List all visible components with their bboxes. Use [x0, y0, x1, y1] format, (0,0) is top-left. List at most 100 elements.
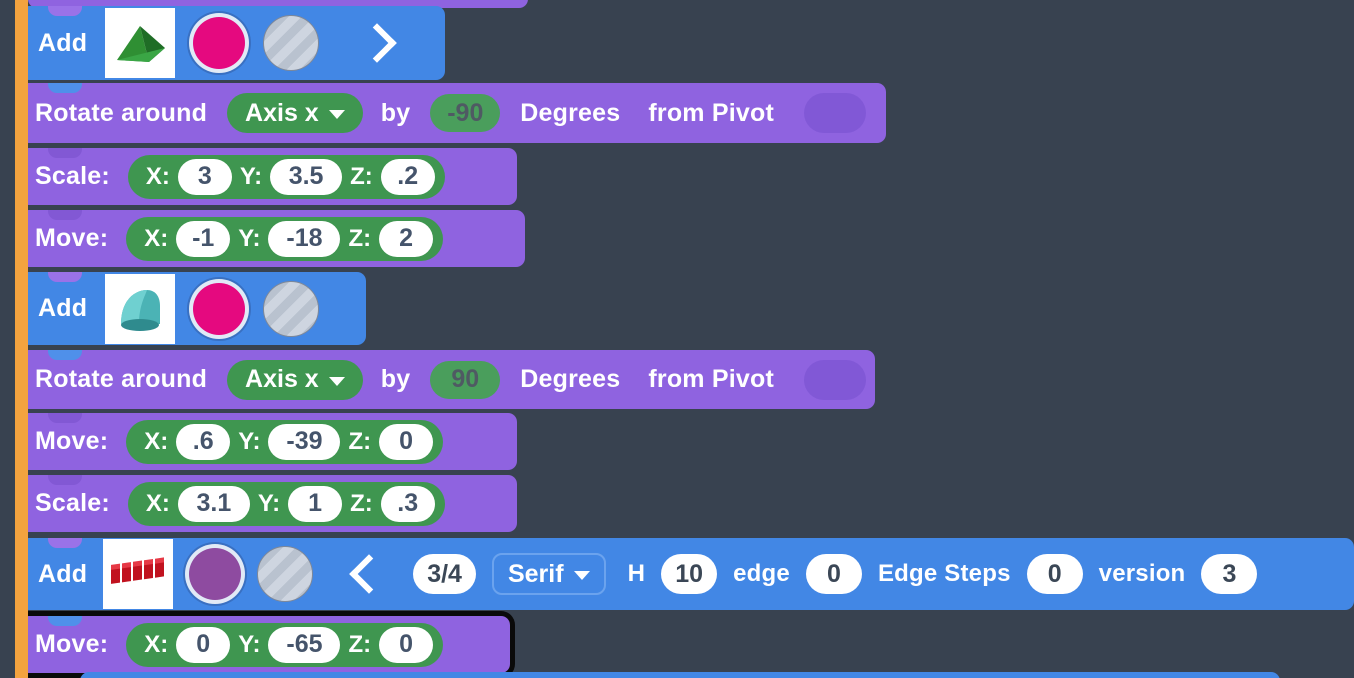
- block-notch: [48, 350, 82, 360]
- axis-x-label: X:: [144, 224, 169, 252]
- scale-label: Scale:: [35, 489, 110, 517]
- block-move-1[interactable]: Move: X: -1 Y: -18 Z: 2: [20, 210, 525, 267]
- pivot-slot[interactable]: [804, 359, 866, 400]
- move-x-input[interactable]: 0: [176, 626, 231, 663]
- block-move-3-selected[interactable]: Move: X: 0 Y: -65 Z: 0: [20, 616, 510, 673]
- teal-dome-thumbnail[interactable]: [105, 273, 176, 344]
- degrees-value: -90: [447, 98, 484, 127]
- degrees-input[interactable]: -90: [430, 94, 501, 132]
- block-add-text[interactable]: Add 3/4 Serif H 10 edge 0 Edge Steps 0 v…: [20, 538, 1354, 610]
- pivot-slot[interactable]: [804, 93, 866, 133]
- version-input[interactable]: 3: [1201, 554, 1258, 594]
- axis-x-label: X:: [145, 489, 170, 517]
- move-z-input[interactable]: 0: [379, 423, 434, 460]
- move-y-input[interactable]: -18: [268, 220, 341, 257]
- block-rotate-1[interactable]: Rotate around Axis x by -90 Degrees from…: [20, 83, 886, 143]
- scale-y-input[interactable]: 3.5: [270, 158, 343, 195]
- by-label: by: [380, 98, 411, 127]
- vector-fields: X: -1 Y: -18 Z: 2: [126, 216, 444, 261]
- block-rotate-2[interactable]: Rotate around Axis x by 90 Degrees from …: [20, 350, 875, 409]
- move-label: Move:: [35, 224, 109, 252]
- font-dropdown[interactable]: Serif: [491, 553, 606, 595]
- axis-value: Axis x: [245, 365, 319, 393]
- block-partial-bottom[interactable]: [80, 672, 1280, 678]
- add-label: Add: [38, 559, 88, 588]
- axis-x-label: X:: [144, 630, 169, 658]
- chevron-right-icon[interactable]: [357, 23, 398, 63]
- rotate-label: Rotate around: [35, 98, 208, 127]
- edge-steps-label: Edge Steps: [877, 560, 1011, 587]
- scale-x-input[interactable]: 3: [177, 158, 232, 195]
- version-label: version: [1098, 560, 1186, 587]
- pivot-label: from Pivot: [648, 365, 774, 393]
- degrees-input[interactable]: 90: [430, 360, 501, 399]
- block-add-dome[interactable]: Add: [20, 272, 366, 345]
- axis-y-label: Y:: [238, 630, 261, 658]
- move-y-input[interactable]: -39: [268, 423, 341, 460]
- add-label: Add: [38, 294, 88, 322]
- move-z-input[interactable]: 0: [379, 626, 434, 663]
- texture-swatch[interactable]: [257, 546, 314, 602]
- axis-y-label: Y:: [257, 489, 281, 517]
- move-y-input[interactable]: -65: [268, 626, 341, 663]
- green-pyramid-thumbnail[interactable]: [105, 8, 176, 78]
- scale-z-input[interactable]: .3: [380, 485, 435, 522]
- color-swatch[interactable]: [193, 282, 246, 335]
- move-label: Move:: [35, 427, 109, 455]
- ratio-input[interactable]: 3/4: [413, 554, 476, 594]
- by-label: by: [380, 365, 411, 393]
- axis-dropdown[interactable]: Axis x: [227, 93, 363, 133]
- axis-z-label: Z:: [350, 489, 373, 517]
- block-notch: [48, 210, 82, 220]
- move-z-input[interactable]: 2: [379, 220, 434, 257]
- block-notch: [48, 272, 82, 282]
- axis-dropdown[interactable]: Axis x: [227, 359, 363, 400]
- move-label: Move:: [35, 630, 109, 658]
- axis-y-label: Y:: [238, 427, 261, 455]
- block-move-2[interactable]: Move: X: .6 Y: -39 Z: 0: [20, 413, 517, 470]
- block-script-canvas[interactable]: Add Rotate around Axis x by -90 Degrees …: [0, 0, 1354, 678]
- block-notch: [48, 413, 82, 423]
- block-notch: [48, 616, 82, 626]
- block-notch: [48, 6, 82, 16]
- axis-value: Axis x: [245, 98, 319, 127]
- edge-input[interactable]: 0: [805, 554, 862, 594]
- move-x-input[interactable]: -1: [176, 220, 231, 257]
- axis-y-label: Y:: [238, 224, 261, 252]
- axis-z-label: Z:: [348, 630, 372, 658]
- texture-swatch[interactable]: [263, 15, 320, 71]
- block-scale-1[interactable]: Scale: X: 3 Y: 3.5 Z: .2: [20, 148, 517, 205]
- red-3d-text-thumbnail[interactable]: [103, 539, 174, 609]
- chevron-left-icon[interactable]: [349, 554, 390, 594]
- color-swatch[interactable]: [193, 17, 246, 69]
- script-left-rail: [15, 0, 28, 678]
- block-add-pyramid[interactable]: Add: [20, 6, 445, 80]
- vector-fields: X: .6 Y: -39 Z: 0: [126, 419, 444, 464]
- chevron-down-icon: [328, 110, 345, 119]
- height-input[interactable]: 10: [661, 554, 718, 594]
- axis-y-label: Y:: [239, 162, 263, 190]
- height-label: H: [627, 560, 646, 587]
- scale-y-input[interactable]: 1: [288, 485, 343, 522]
- block-scale-2[interactable]: Scale: X: 3.1 Y: 1 Z: .3: [20, 475, 517, 532]
- chevron-down-icon: [328, 376, 345, 386]
- axis-x-label: X:: [145, 162, 170, 190]
- scale-x-input[interactable]: 3.1: [177, 485, 250, 522]
- axis-z-label: Z:: [348, 427, 372, 455]
- vector-fields: X: 3.1 Y: 1 Z: .3: [127, 481, 445, 526]
- chevron-down-icon: [573, 571, 590, 580]
- font-value: Serif: [507, 559, 564, 588]
- block-notch: [48, 83, 82, 93]
- edge-steps-input[interactable]: 0: [1026, 554, 1083, 594]
- edge-label: edge: [733, 560, 790, 587]
- axis-z-label: Z:: [348, 224, 372, 252]
- move-x-input[interactable]: .6: [176, 423, 231, 460]
- pivot-label: from Pivot: [648, 98, 774, 127]
- color-swatch[interactable]: [189, 548, 242, 600]
- scale-z-input[interactable]: .2: [380, 158, 435, 195]
- vector-fields: X: 3 Y: 3.5 Z: .2: [127, 154, 445, 199]
- texture-swatch[interactable]: [263, 280, 320, 337]
- axis-z-label: Z:: [350, 162, 373, 190]
- axis-x-label: X:: [144, 427, 169, 455]
- block-notch: [48, 475, 82, 485]
